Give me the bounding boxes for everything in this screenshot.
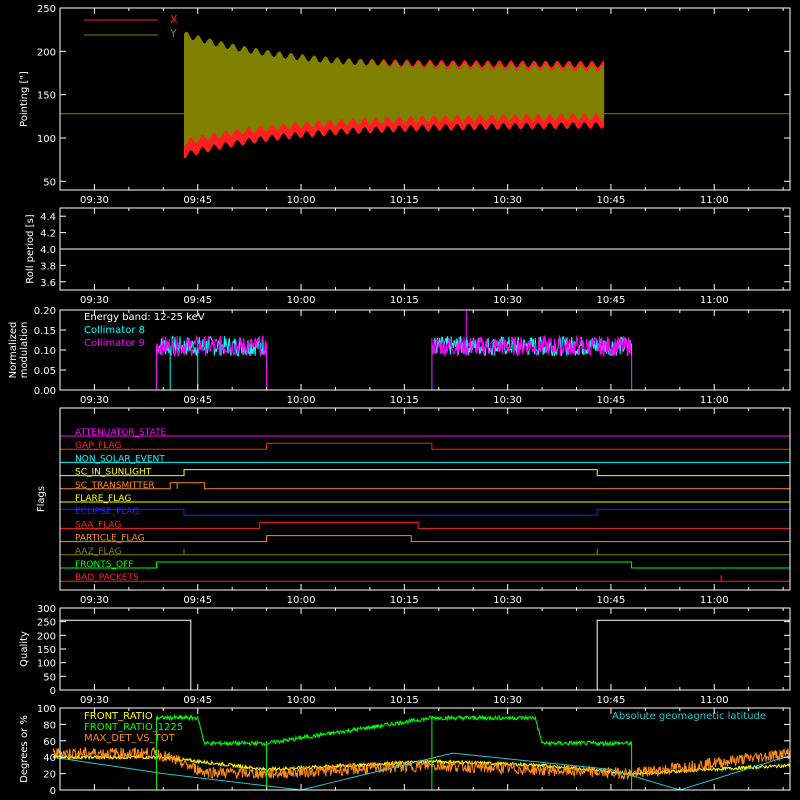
x-tick-label: 09:45 xyxy=(183,195,212,206)
x-tick-label: 10:15 xyxy=(390,595,419,606)
x-tick-label: 09:30 xyxy=(80,395,109,406)
y-tick-label: 200 xyxy=(37,47,56,58)
x-tick-label: 09:45 xyxy=(183,695,212,706)
legend-collimator9: Collimator 9 xyxy=(84,338,145,349)
roll-ylabel: Roll period [s] xyxy=(25,214,36,283)
y-tick-label: 0.05 xyxy=(34,366,56,377)
y-tick-label: 4.2 xyxy=(40,229,56,240)
y-tick-label: 150 xyxy=(37,645,56,656)
legend-front-ratio: FRONT_RATIO xyxy=(84,711,153,722)
x-tick-label: 10:15 xyxy=(390,395,419,406)
y-tick-label: 4.4 xyxy=(40,212,56,223)
x-tick-label: 09:45 xyxy=(183,595,212,606)
y-tick-label: 100 xyxy=(37,659,56,670)
x-tick-label: 10:30 xyxy=(493,395,522,406)
legend-max-det: MAX_DET_VS_TOT xyxy=(84,733,176,744)
x-tick-label: 10:00 xyxy=(287,695,316,706)
y-tick-label: 100 xyxy=(37,134,56,145)
y-tick-label: 0 xyxy=(50,786,56,797)
y-tick-label: 0.00 xyxy=(34,386,56,397)
y-tick-label: 300 xyxy=(37,604,56,615)
x-tick-label: 09:30 xyxy=(80,195,109,206)
legend-x-label: X xyxy=(170,13,178,26)
x-tick-label: 10:45 xyxy=(597,695,626,706)
legend-geomag-latitude: Absolute geomagnetic latitude xyxy=(612,711,766,722)
y-tick-label: 50 xyxy=(43,672,56,683)
y-tick-label: 100 xyxy=(37,704,56,715)
legend-front-ratio-1225: FRONT_RATIO_1225 xyxy=(84,722,183,733)
x-tick-label: 10:00 xyxy=(287,295,316,306)
y-tick-label: 0.20 xyxy=(34,306,56,317)
flags-ylabel: Flags xyxy=(36,486,47,512)
legend-collimator8: Collimator 8 xyxy=(84,325,145,336)
x-tick-label: 09:30 xyxy=(80,295,109,306)
quicklook-figure: 50100150200250 09:30 09:45 10:00 10:15 10:30… xyxy=(0,0,800,800)
y-tick-label: 20 xyxy=(43,770,56,781)
x-tick-label: 09:45 xyxy=(183,395,212,406)
x-tick-label: 10:45 xyxy=(597,295,626,306)
x-tick-label: 11:00 xyxy=(700,695,729,706)
x-tick-label: 10:00 xyxy=(287,395,316,406)
y-tick-label: 4.0 xyxy=(40,245,56,256)
x-tick-label: 09:45 xyxy=(183,295,212,306)
x-tick-label: 10:45 xyxy=(597,595,626,606)
x-tick-label: 10:15 xyxy=(390,195,419,206)
quality-ylabel: Quality xyxy=(19,631,30,667)
x-tick-label: 10:30 xyxy=(493,295,522,306)
x-tick-label: 11:00 xyxy=(700,195,729,206)
x-tick-label: 11:00 xyxy=(700,595,729,606)
x-tick-label: 10:45 xyxy=(597,395,626,406)
y-tick-label: 250 xyxy=(37,4,56,15)
x-tick-label: 11:00 xyxy=(700,295,729,306)
x-tick-label: 10:15 xyxy=(390,695,419,706)
y-tick-label: 50 xyxy=(43,177,56,188)
energy-band-label: Energy band: 12-25 keV xyxy=(84,312,205,323)
y-tick-label: 60 xyxy=(43,737,56,748)
pointing-ylabel: Pointing ["] xyxy=(19,71,30,127)
y-tick-label: 250 xyxy=(37,618,56,629)
x-tick-label: 09:30 xyxy=(80,595,109,606)
x-tick-label: 10:00 xyxy=(287,195,316,206)
y-tick-label: 150 xyxy=(37,91,56,102)
x-tick-label: 10:30 xyxy=(493,595,522,606)
y-tick-label: 3.8 xyxy=(40,261,56,272)
modulation-ylabel-line2: modulation xyxy=(19,322,30,379)
x-tick-label: 10:00 xyxy=(287,595,316,606)
y-tick-label: 80 xyxy=(43,720,56,731)
y-tick-label: 40 xyxy=(43,753,56,764)
y-tick-label: 0.10 xyxy=(34,346,56,357)
y-tick-label: 200 xyxy=(37,631,56,642)
y-tick-label: 3.6 xyxy=(40,278,56,289)
y-tick-label: 0 xyxy=(50,686,56,697)
x-tick-label: 10:15 xyxy=(390,295,419,306)
y-tick-label: 0.15 xyxy=(34,326,56,337)
x-tick-label: 10:45 xyxy=(597,195,626,206)
x-tick-label: 10:30 xyxy=(493,695,522,706)
legend-y-label: Y xyxy=(169,27,177,40)
x-tick-label: 11:00 xyxy=(700,395,729,406)
x-tick-label: 10:30 xyxy=(493,195,522,206)
x-tick-label: 09:30 xyxy=(80,695,109,706)
modulation-ylabel-line1: Normalized xyxy=(8,322,19,379)
ratios-ylabel: Degrees or % xyxy=(19,715,30,783)
